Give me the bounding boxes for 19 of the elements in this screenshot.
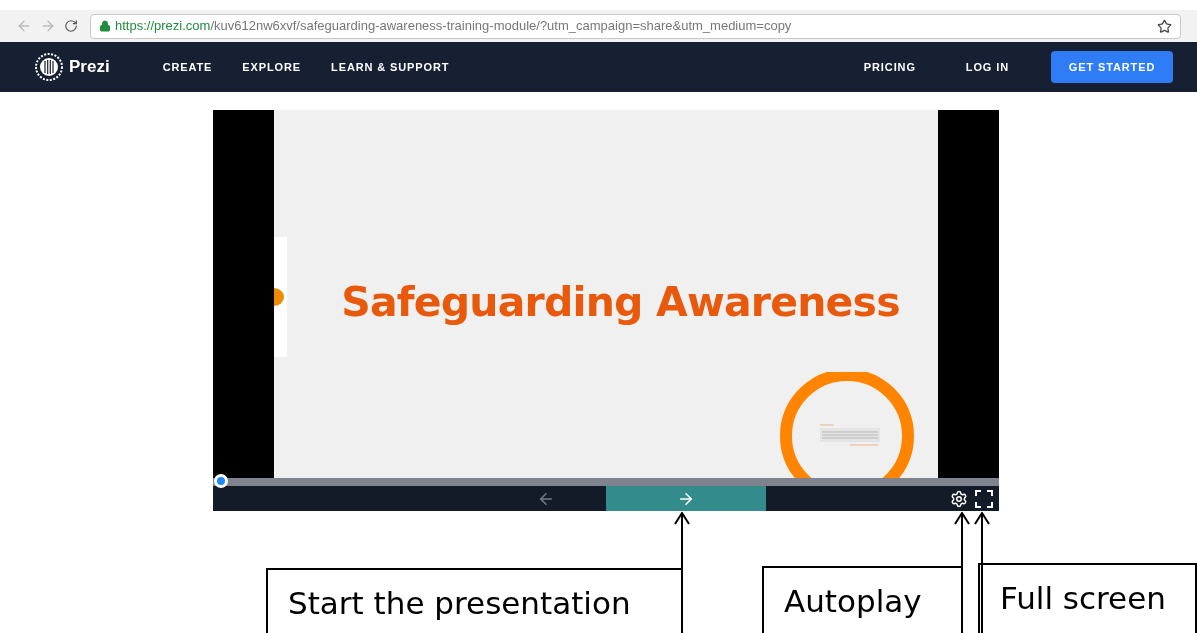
callout-box: Autoplay [762,566,963,633]
progress-thumb[interactable] [213,474,228,488]
fullscreen-icon[interactable] [974,489,993,508]
reload-icon[interactable] [64,19,78,33]
logo-text: Prezi [69,56,110,79]
nav-link[interactable]: EXPLORE [242,58,302,76]
get-started-button[interactable]: GET STARTED [1051,51,1173,83]
prezi-logo-icon [35,53,63,81]
nav-link[interactable]: CREATE [162,58,213,76]
settings-icon[interactable] [949,489,968,508]
callout-box: Full screen [978,563,1197,633]
nav-link[interactable]: PRICING [863,58,916,76]
nav-link[interactable]: LEARN & SUPPORT [331,58,450,76]
bookmark-star-icon[interactable] [1157,18,1172,34]
slide-title: Safeguarding Awareness [341,277,900,328]
url-text: https://prezi.com/kuv612nw6xvf/safeguarding-awareness-training-module/?utm_campaign=share&utm_medium=copy [115,17,792,36]
callout-box: Start the presentation [266,568,683,633]
nav-link[interactable]: LOG IN [965,58,1009,76]
address-bar[interactable]: https://prezi.com/kuv612nw6xvf/safeguarding-awareness-training-module/?utm_campaign=share&utm_medium=copy [90,13,1181,39]
